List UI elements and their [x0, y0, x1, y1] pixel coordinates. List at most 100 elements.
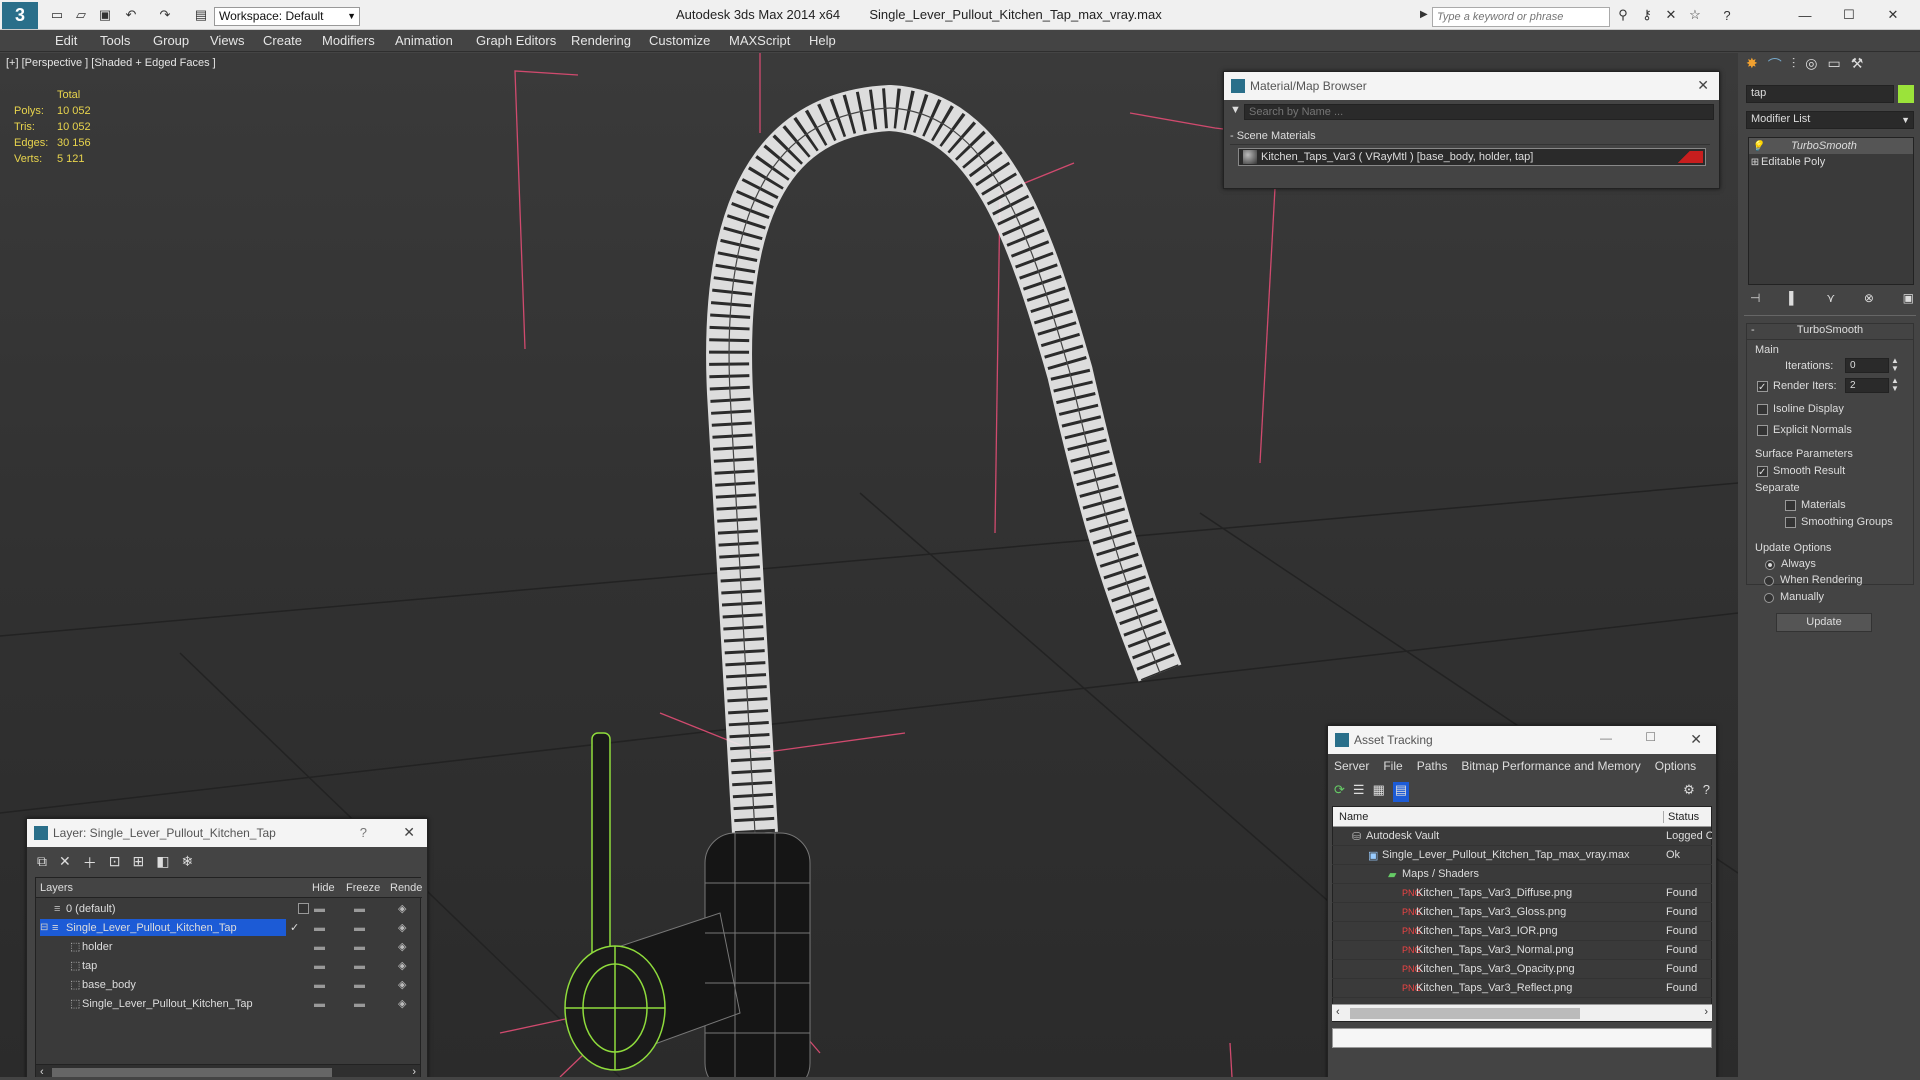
- asset-horizontal-scrollbar[interactable]: ‹ ›: [1332, 1004, 1712, 1021]
- render-iters-checkbox[interactable]: [1757, 381, 1768, 392]
- object-row[interactable]: ⬚ Single_Lever_Pullout_Kitchen_Tap ▬ ▬ ◈: [36, 994, 422, 1013]
- spinner-arrows-icon[interactable]: ▲ ▼: [1891, 357, 1899, 373]
- material-browser-titlebar[interactable]: Material/Map Browser ✕: [1224, 72, 1719, 100]
- layer-window-titlebar[interactable]: Layer: Single_Lever_Pullout_Kitchen_Tap …: [27, 819, 427, 847]
- column-freeze[interactable]: Freeze: [346, 882, 380, 894]
- object-row[interactable]: ⬚ base_body ▬ ▬ ◈: [36, 975, 422, 994]
- refresh-icon[interactable]: ⟳: [1334, 782, 1345, 802]
- render-teapot-icon[interactable]: ◈: [398, 902, 406, 915]
- separate-smoothing-groups-checkbox[interactable]: [1785, 517, 1796, 528]
- scrollbar-thumb[interactable]: [1350, 1008, 1580, 1019]
- smooth-result-checkbox[interactable]: [1757, 466, 1768, 477]
- menu-edit[interactable]: Edit: [55, 33, 77, 48]
- vault-settings-icon[interactable]: ⚙: [1683, 782, 1695, 802]
- render-teapot-icon[interactable]: ◈: [398, 940, 406, 953]
- object-row[interactable]: ⬚ holder ▬ ▬ ◈: [36, 937, 422, 956]
- scroll-left-icon[interactable]: ‹: [40, 1066, 44, 1077]
- favorites-star-icon[interactable]: ☆: [1686, 7, 1704, 23]
- remove-modifier-icon[interactable]: ⊗: [1864, 291, 1874, 309]
- scroll-right-icon[interactable]: ›: [1704, 1006, 1708, 1018]
- menu-views[interactable]: Views: [210, 33, 244, 48]
- scene-materials-header[interactable]: - Scene Materials: [1230, 130, 1710, 145]
- viewport-label[interactable]: [+] [Perspective ] [Shaded + Edged Faces…: [6, 57, 216, 69]
- asset-row[interactable]: ▰ Maps / Shaders: [1332, 865, 1712, 884]
- menu-animation[interactable]: Animation: [395, 33, 453, 48]
- iterations-spinner[interactable]: 0: [1845, 358, 1889, 373]
- material-item[interactable]: Kitchen_Taps_Var3 ( VRayMtl ) [base_body…: [1238, 148, 1706, 166]
- vault-help-icon[interactable]: ?: [1703, 782, 1710, 802]
- perspective-viewport[interactable]: [+] [Perspective ] [Shaded + Edged Faces…: [0, 53, 1738, 1077]
- asset-row[interactable]: ⛁ Autodesk Vault Logged O: [1332, 827, 1712, 846]
- close-icon[interactable]: ✕: [403, 824, 415, 841]
- list-view-icon[interactable]: ☰: [1353, 782, 1365, 802]
- layer-row[interactable]: ≡ 0 (default) ▬ ▬ ◈: [36, 899, 422, 918]
- close-icon[interactable]: ✕: [1697, 77, 1709, 94]
- workspace-dropdown[interactable]: Workspace: Default ▼: [214, 7, 360, 26]
- asset-menu-bitmap[interactable]: Bitmap Performance and Memory: [1461, 759, 1640, 773]
- menu-graph-editors[interactable]: Graph Editors: [476, 33, 556, 48]
- asset-row[interactable]: PNG Kitchen_Taps_Var3_IOR.png Found: [1332, 922, 1712, 941]
- column-hide[interactable]: Hide: [312, 882, 335, 894]
- scroll-right-icon[interactable]: ›: [412, 1066, 416, 1077]
- new-file-icon[interactable]: ▭: [48, 7, 66, 23]
- help-button[interactable]: ?: [360, 825, 367, 840]
- asset-menu-server[interactable]: Server: [1334, 759, 1369, 773]
- menu-create[interactable]: Create: [263, 33, 302, 48]
- render-teapot-icon[interactable]: ◈: [398, 978, 406, 991]
- asset-row[interactable]: PNG Kitchen_Taps_Var3_Normal.png Found: [1332, 941, 1712, 960]
- asset-menu-file[interactable]: File: [1383, 759, 1402, 773]
- asset-row[interactable]: PNG Kitchen_Taps_Var3_Reflect.png Found: [1332, 979, 1712, 998]
- communication-icon[interactable]: ✕: [1662, 7, 1680, 23]
- render-teapot-icon[interactable]: ◈: [398, 997, 406, 1010]
- separate-materials-checkbox[interactable]: [1785, 500, 1796, 511]
- update-manually-radio[interactable]: [1764, 593, 1774, 603]
- open-file-icon[interactable]: ▱: [72, 7, 90, 23]
- modifier-stack-item-selected[interactable]: 💡 TurboSmooth: [1749, 138, 1913, 154]
- create-layer-icon[interactable]: ⧉: [37, 853, 47, 873]
- close-icon[interactable]: ✕: [1884, 7, 1902, 23]
- asset-row[interactable]: PNG Kitchen_Taps_Var3_Opacity.png Found: [1332, 960, 1712, 979]
- minimize-icon[interactable]: —: [1796, 7, 1814, 23]
- render-iters-spinner[interactable]: 2: [1845, 378, 1889, 393]
- explicit-normals-checkbox[interactable]: [1757, 425, 1768, 436]
- render-teapot-icon[interactable]: ◈: [398, 959, 406, 972]
- maximize-icon[interactable]: ☐: [1840, 7, 1858, 23]
- scroll-left-icon[interactable]: ‹: [1336, 1006, 1340, 1018]
- close-icon[interactable]: ✕: [1690, 731, 1702, 748]
- update-button[interactable]: Update: [1776, 613, 1872, 632]
- asset-menu-options[interactable]: Options: [1655, 759, 1696, 773]
- undo-icon[interactable]: ↶: [122, 7, 140, 23]
- asset-row[interactable]: PNG Kitchen_Taps_Var3_Diffuse.png Found: [1332, 884, 1712, 903]
- render-teapot-icon[interactable]: ◈: [398, 921, 406, 934]
- column-render[interactable]: Render: [390, 882, 422, 894]
- isoline-display-checkbox[interactable]: [1757, 404, 1768, 415]
- scrollbar-thumb[interactable]: [52, 1068, 332, 1077]
- select-in-layer-icon[interactable]: ⊡: [109, 853, 121, 873]
- hide-all-layers-icon[interactable]: ◧: [156, 853, 169, 873]
- subscription-key-icon[interactable]: ⚷: [1638, 7, 1656, 23]
- highlight-layer-icon[interactable]: ⊞: [132, 853, 144, 873]
- utilities-tab-icon[interactable]: ⚒: [1851, 55, 1864, 77]
- configure-sets-icon[interactable]: ▣: [1903, 291, 1914, 309]
- spinner-arrows-icon[interactable]: ▲ ▼: [1891, 377, 1899, 393]
- save-icon[interactable]: ▣: [96, 7, 114, 23]
- object-name-field[interactable]: tap: [1746, 85, 1894, 103]
- binoculars-icon[interactable]: ⚲: [1614, 7, 1632, 23]
- column-status[interactable]: Status: [1663, 811, 1699, 823]
- menu-customize[interactable]: Customize: [649, 33, 710, 48]
- asset-row[interactable]: ▣ Single_Lever_Pullout_Kitchen_Tap_max_vr…: [1332, 846, 1712, 865]
- object-row[interactable]: ⬚ tap ▬ ▬ ◈: [36, 956, 422, 975]
- column-layers[interactable]: Layers: [40, 882, 73, 894]
- menu-rendering[interactable]: Rendering: [571, 33, 631, 48]
- modifier-list-dropdown[interactable]: Modifier List ▼: [1746, 111, 1914, 129]
- menu-tools[interactable]: Tools: [100, 33, 130, 48]
- thumbnail-view-icon[interactable]: ▦: [1373, 782, 1385, 802]
- redo-icon[interactable]: ↷: [156, 7, 174, 23]
- column-name[interactable]: Name: [1339, 811, 1368, 823]
- minimize-icon[interactable]: —: [1600, 731, 1612, 745]
- project-folder-icon[interactable]: ▤: [192, 7, 210, 23]
- asset-menu-paths[interactable]: Paths: [1417, 759, 1448, 773]
- object-color-swatch[interactable]: [1898, 85, 1914, 103]
- freeze-all-layers-icon[interactable]: ❄: [181, 853, 193, 873]
- display-tab-icon[interactable]: ▭: [1827, 55, 1840, 77]
